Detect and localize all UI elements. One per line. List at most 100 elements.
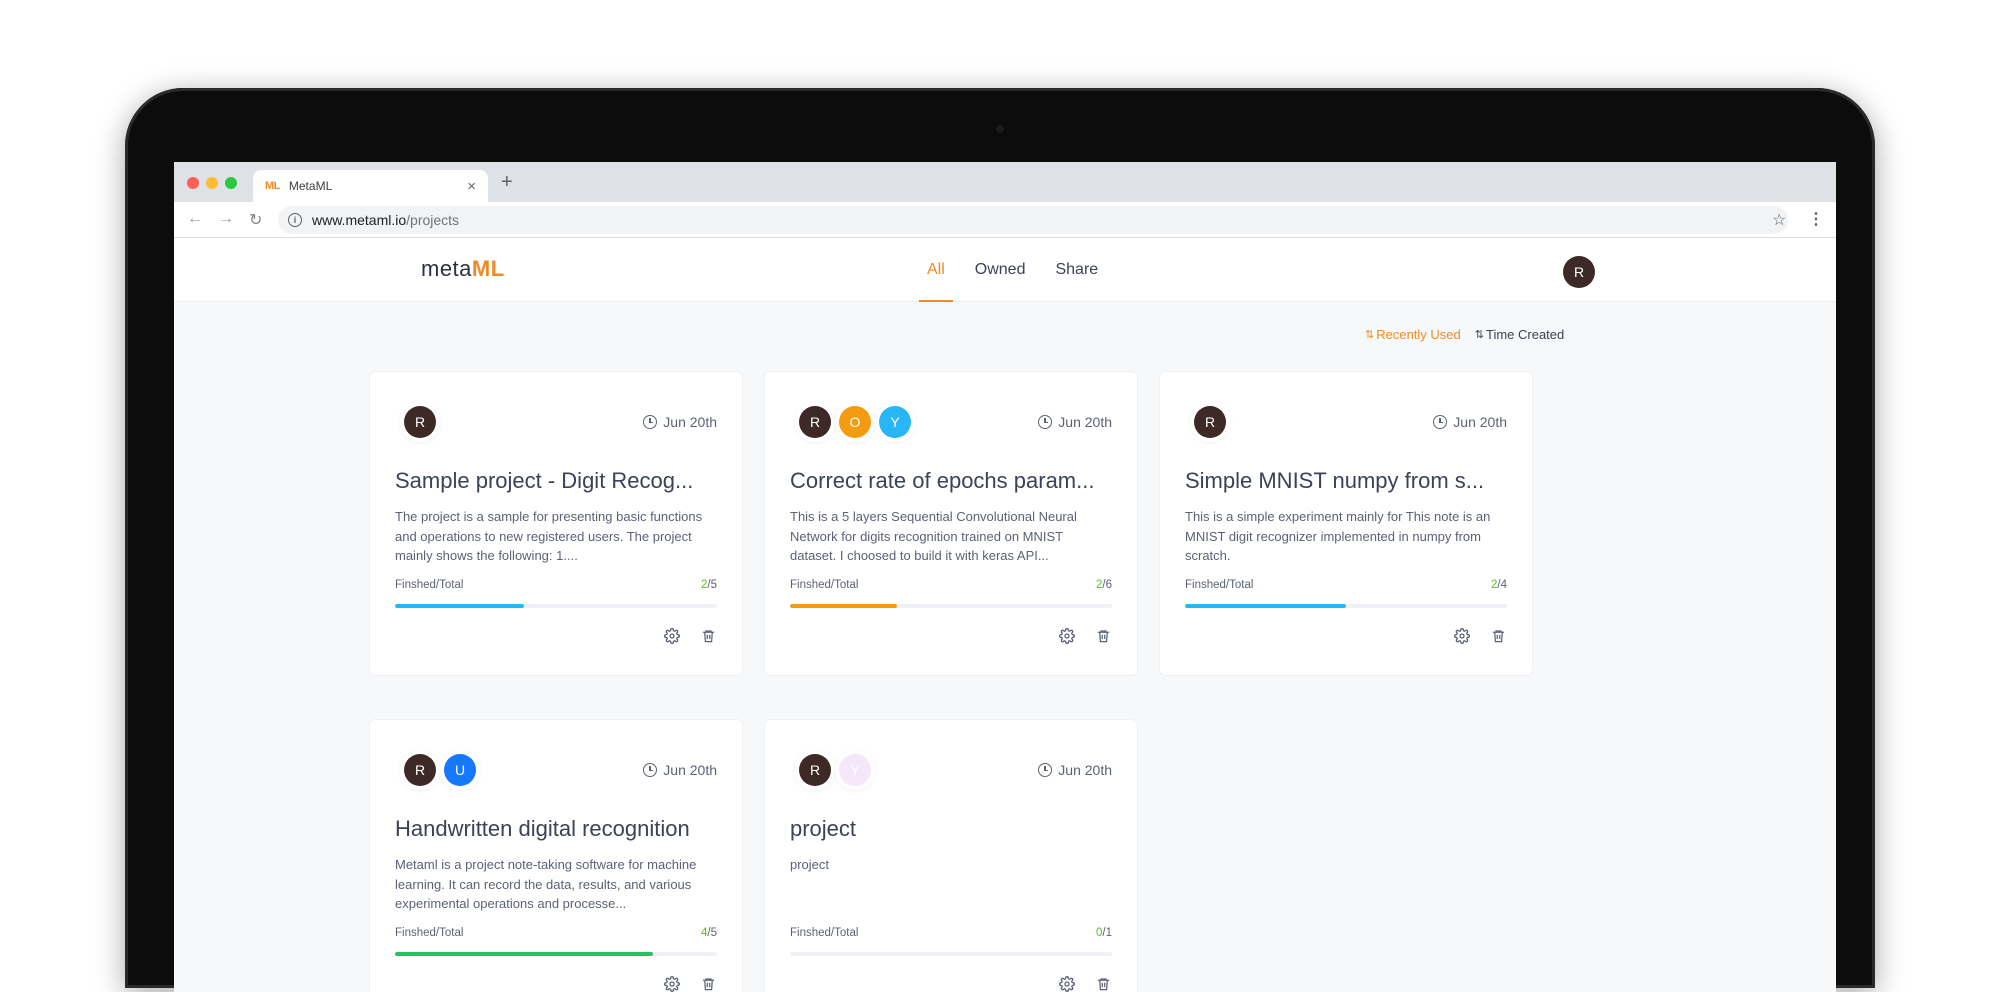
- member-avatars: RU: [395, 754, 484, 786]
- date-text: Jun 20th: [1058, 414, 1112, 430]
- trash-icon[interactable]: [699, 975, 717, 992]
- progress-label: Finshed/Total: [1185, 579, 1254, 591]
- member-avatars: ROY: [790, 406, 919, 438]
- member-avatar[interactable]: R: [799, 406, 831, 438]
- url-host: www.metaml.io: [312, 212, 407, 228]
- browser-tab[interactable]: ML MetaML ×: [253, 170, 488, 202]
- member-avatars: R: [1185, 406, 1234, 438]
- date-text: Jun 20th: [663, 762, 717, 778]
- member-avatar[interactable]: Y: [839, 754, 871, 786]
- project-description: project: [790, 857, 830, 872]
- progress-count: 2/4: [1491, 579, 1507, 591]
- settings-gear-icon[interactable]: [1453, 627, 1471, 645]
- total-count: /1: [1102, 927, 1112, 939]
- member-avatars: R: [395, 406, 444, 438]
- member-avatar[interactable]: U: [444, 754, 476, 786]
- metaml-logo[interactable]: metaML: [421, 256, 505, 282]
- progress-fill: [395, 604, 524, 608]
- sort-recently-used-label: Recently Used: [1376, 327, 1461, 342]
- progress-bar: [395, 952, 717, 956]
- address-bar[interactable]: i www.metaml.io/projects: [278, 206, 1788, 234]
- project-date: Jun 20th: [1433, 414, 1507, 430]
- info-icon[interactable]: i: [288, 213, 302, 227]
- total-count: /5: [707, 927, 717, 939]
- card-actions: [790, 975, 1112, 992]
- clock-icon: [643, 415, 658, 429]
- progress-count: 2/5: [701, 579, 717, 591]
- progress-fill: [790, 604, 898, 608]
- logo-ml-text: ML: [471, 256, 505, 281]
- project-title[interactable]: Simple MNIST numpy from s...: [1185, 468, 1507, 494]
- close-tab-icon[interactable]: ×: [467, 178, 476, 195]
- kebab-menu-icon[interactable]: ⋮: [1808, 209, 1824, 229]
- new-tab-button[interactable]: +: [501, 171, 513, 194]
- project-card[interactable]: RY Jun 20th project project Finshed/Tota…: [764, 719, 1138, 992]
- project-card[interactable]: R Jun 20th Simple MNIST numpy from s... …: [1159, 371, 1533, 676]
- project-date: Jun 20th: [1038, 414, 1112, 430]
- sort-options: ⇅ Recently Used ⇅ Time Created: [1351, 327, 1564, 342]
- progress-label: Finshed/Total: [395, 579, 464, 591]
- project-title[interactable]: Handwritten digital recognition: [395, 816, 717, 842]
- clock-icon: [1038, 415, 1053, 429]
- favicon-icon: ML: [265, 180, 280, 192]
- settings-gear-icon[interactable]: [663, 627, 681, 645]
- date-text: Jun 20th: [1453, 414, 1507, 430]
- webcam: [996, 125, 1004, 133]
- tab-owned[interactable]: Owned: [967, 238, 1034, 302]
- trash-icon[interactable]: [699, 627, 717, 645]
- forward-arrow-icon[interactable]: →: [218, 210, 234, 228]
- tab-share[interactable]: Share: [1047, 238, 1106, 302]
- minimize-window-button[interactable]: [206, 177, 218, 189]
- project-description: This is a 5 layers Sequential Convolutio…: [790, 509, 1077, 563]
- user-avatar-initial: R: [1563, 256, 1595, 288]
- member-avatar[interactable]: R: [1194, 406, 1226, 438]
- sort-recently-used[interactable]: ⇅ Recently Used: [1365, 327, 1461, 342]
- sort-icon: ⇅: [1365, 329, 1375, 341]
- url-path: /projects: [406, 212, 460, 228]
- tab-title: MetaML: [288, 179, 333, 193]
- card-actions: [395, 975, 717, 992]
- member-avatar[interactable]: R: [404, 406, 436, 438]
- close-window-button[interactable]: [187, 177, 199, 189]
- reload-icon[interactable]: ↻: [249, 210, 262, 230]
- sort-time-created[interactable]: ⇅ Time Created: [1475, 327, 1565, 342]
- member-avatar[interactable]: Y: [879, 406, 911, 438]
- project-title[interactable]: Sample project - Digit Recog...: [395, 468, 717, 494]
- bookmark-star-icon[interactable]: ☆: [1772, 210, 1786, 230]
- user-avatar[interactable]: R: [1563, 256, 1595, 288]
- browser-window: ML MetaML × + ← → ↻ i www.metaml.io/proj…: [174, 162, 1836, 992]
- member-avatar[interactable]: R: [404, 754, 436, 786]
- app-header: metaML All Owned Share R: [174, 238, 1836, 302]
- maximize-window-button[interactable]: [225, 177, 237, 189]
- progress-bar: [395, 604, 717, 608]
- back-arrow-icon[interactable]: ←: [187, 210, 203, 228]
- project-description: Metaml is a project note-taking software…: [395, 857, 697, 911]
- card-actions: [790, 627, 1112, 675]
- trash-icon[interactable]: [1094, 975, 1112, 992]
- trash-icon[interactable]: [1094, 627, 1112, 645]
- project-title[interactable]: project: [790, 816, 1112, 842]
- member-avatar[interactable]: R: [799, 754, 831, 786]
- settings-gear-icon[interactable]: [1058, 627, 1076, 645]
- settings-gear-icon[interactable]: [663, 975, 681, 992]
- sort-icon: ⇅: [1474, 329, 1484, 341]
- progress-count: 4/5: [701, 927, 717, 939]
- clock-icon: [643, 763, 658, 777]
- settings-gear-icon[interactable]: [1058, 975, 1076, 992]
- project-title[interactable]: Correct rate of epochs param...: [790, 468, 1112, 494]
- trash-icon[interactable]: [1489, 627, 1507, 645]
- project-card[interactable]: RU Jun 20th Handwritten digital recognit…: [369, 719, 743, 992]
- logo-meta-text: meta: [421, 256, 472, 281]
- progress-bar: [790, 604, 1112, 608]
- tab-all[interactable]: All: [919, 238, 953, 302]
- card-actions: [395, 627, 717, 675]
- progress-count: 2/6: [1096, 579, 1112, 591]
- project-card[interactable]: R Jun 20th Sample project - Digit Recog.…: [369, 371, 743, 676]
- progress-label: Finshed/Total: [395, 927, 464, 939]
- project-card[interactable]: ROY Jun 20th Correct rate of epochs para…: [764, 371, 1138, 676]
- project-description: This is a simple experiment mainly for T…: [1185, 509, 1491, 563]
- progress-bar: [790, 952, 1112, 956]
- project-date: Jun 20th: [1038, 762, 1112, 778]
- member-avatar[interactable]: O: [839, 406, 871, 438]
- laptop-frame: ML MetaML × + ← → ↻ i www.metaml.io/proj…: [125, 88, 1875, 992]
